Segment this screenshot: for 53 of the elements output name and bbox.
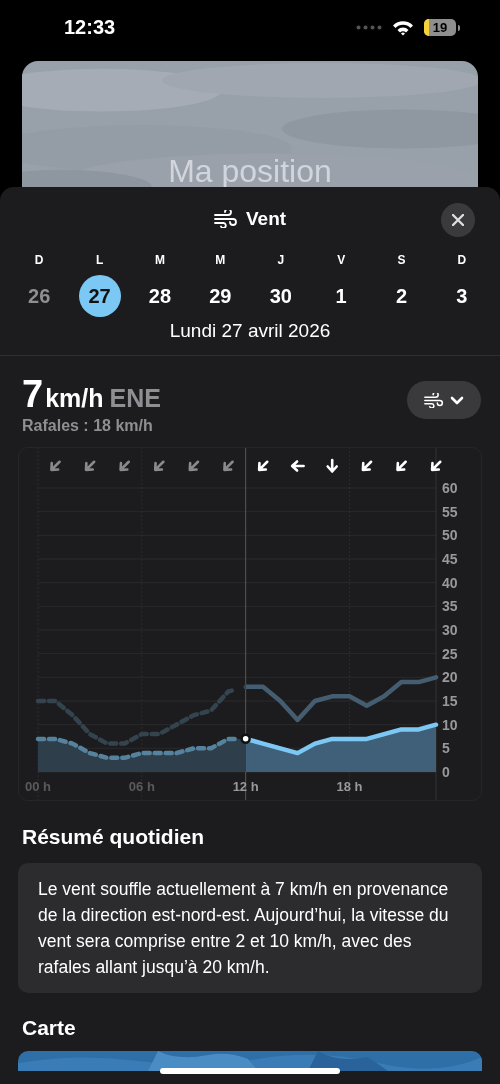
axis-label: 50 [442, 527, 458, 544]
signal-icon [356, 25, 382, 30]
wind-speed: 7 [22, 373, 44, 416]
day-button[interactable]: 3 [440, 275, 483, 317]
axis-label: 30 [442, 622, 458, 638]
axis-label: 06 h [128, 779, 155, 794]
axis-label: 18 h [336, 779, 363, 794]
axis-label: 25 [442, 645, 458, 662]
day-button[interactable]: 29 [199, 275, 242, 317]
wind-direction: ENE [109, 384, 161, 413]
section-title: Carte [22, 1015, 77, 1041]
axis-label: 35 [442, 598, 458, 615]
weekday-letter: D [34, 252, 44, 269]
axis-label: 45 [442, 551, 458, 567]
weekday-letter: D [457, 252, 467, 269]
close-button[interactable] [441, 203, 475, 237]
day-button[interactable]: 28 [138, 275, 181, 317]
day-button[interactable]: 27 [78, 275, 121, 317]
wifi-icon [392, 19, 414, 36]
day-button[interactable]: 2 [380, 275, 423, 317]
chart-type-dropdown[interactable] [407, 381, 481, 419]
wind-icon [424, 392, 444, 408]
chevron-down-icon [450, 395, 464, 405]
weekday-letter: J [277, 252, 285, 269]
sheet-title: Vent [245, 208, 287, 230]
location-title: Ma position [167, 153, 333, 190]
section-title: Résumé quotidien [22, 824, 206, 850]
axis-label: 15 [442, 693, 458, 709]
date-label: Lundi 27 avril 2026 [168, 320, 332, 342]
wind-icon [213, 210, 238, 228]
weekday-letter: M [215, 252, 226, 269]
weekday-letter: S [397, 252, 406, 269]
current-time-marker [240, 733, 251, 745]
summary-text: Le vent souffle actuellement à 7 km/h en provenance de la direction est-nord-est. Aujourd’hui, la vitesse du vent sera comprise entre 2 et 10 km/h, avec des rafales allant jusqu’à 20 km/h. [38, 878, 450, 979]
axis-label: 12 h [232, 779, 259, 794]
day-button[interactable]: 30 [259, 275, 302, 317]
weekday-letter: M [154, 252, 165, 269]
axis-label: 60 [442, 480, 458, 496]
axis-label: 55 [442, 503, 458, 520]
speed-unit: km/h [45, 384, 104, 413]
weekday-letter: V [337, 252, 346, 269]
axis-label: 5 [442, 740, 450, 757]
close-icon [452, 214, 464, 226]
status-time: 12:33 [64, 16, 116, 39]
axis-label: 10 [442, 716, 458, 733]
axis-label: 0 [442, 764, 450, 780]
gusts-label: Rafales : 18 km/h [22, 416, 154, 436]
axis-label: 00 h [25, 779, 51, 794]
weekday-letter: L [95, 252, 104, 269]
day-button[interactable]: 1 [320, 275, 363, 317]
axis-label: 20 [442, 669, 458, 686]
axis-label: 40 [442, 574, 458, 591]
day-button[interactable]: 26 [18, 275, 61, 317]
